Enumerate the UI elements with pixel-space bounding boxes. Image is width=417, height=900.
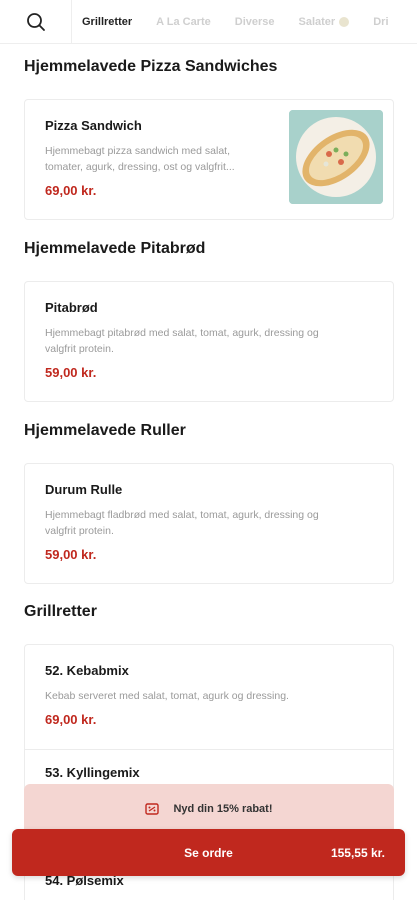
tab-salater[interactable]: Salater [287,0,362,44]
search-button[interactable] [0,0,72,44]
tab-diverse[interactable]: Diverse [223,0,287,44]
tab-a-la-carte[interactable]: A La Carte [144,0,223,44]
menu-item-card[interactable]: Pizza Sandwich Hjemmebagt pizza sandwich… [24,99,394,220]
order-total: 155,55 kr. [330,845,385,860]
menu-item-kyllingemix[interactable]: 53. Kyllingemix [25,749,393,780]
item-description: Hjemmebagt pizza sandwich med salat, tom… [45,145,235,173]
item-description: Kebab serveret med salat, tomat, agurk o… [45,690,289,702]
menu-item-pitabrod[interactable]: Pitabrød Hjemmebagt pitabrød med salat, … [25,282,393,380]
search-icon [26,12,45,31]
view-order-button[interactable]: Se ordre 155,55 kr. [12,829,405,876]
discount-text: Nyd din 15% rabat! [173,803,273,815]
menu-item-pizza-sandwich[interactable]: Pizza Sandwich Hjemmebagt pizza sandwich… [25,100,393,204]
item-price: 59,00 kr. [45,365,97,380]
scroll-indicator-dot [339,16,350,27]
item-price: 59,00 kr. [45,547,97,562]
item-name: 52. Kebabmix [45,663,129,678]
menu-item-durum-rulle[interactable]: Durum Rulle Hjemmebagt fladbrød med sala… [25,464,393,562]
item-description: Hjemmebagt pitabrød med salat, tomat, ag… [45,327,319,355]
menu-item-card[interactable]: Pitabrød Hjemmebagt pitabrød med salat, … [24,281,394,402]
menu-item-kebabmix[interactable]: 52. Kebabmix Kebab serveret med salat, t… [25,645,393,749]
section-title-pizza-sandwiches: Hjemmelavede Pizza Sandwiches [24,58,278,75]
pizza-sandwich-photo [289,110,383,204]
menu-item-card[interactable]: Durum Rulle Hjemmebagt fladbrød med sala… [24,463,394,584]
section-title-pitabrod: Hjemmelavede Pitabrød [24,240,206,257]
discount-ticket-icon [145,803,160,815]
tab-drinks[interactable]: Dri [361,0,400,44]
item-price: 69,00 kr. [45,712,97,727]
item-description: Hjemmebagt fladbrød med salat, tomat, ag… [45,509,319,537]
item-name: Durum Rulle [45,482,123,497]
item-name: 53. Kyllingemix [45,765,140,780]
section-title-ruller: Hjemmelavede Ruller [24,422,186,439]
category-nav: Grillretter A La Carte Diverse Salater D… [0,0,417,44]
section-title-grillretter: Grillretter [24,603,97,620]
item-name: Pitabrød [45,300,98,315]
discount-banner[interactable]: Nyd din 15% rabat! [24,784,394,834]
tab-grillretter[interactable]: Grillretter [72,0,144,44]
category-tabs: Grillretter A La Carte Diverse Salater D… [72,0,417,44]
